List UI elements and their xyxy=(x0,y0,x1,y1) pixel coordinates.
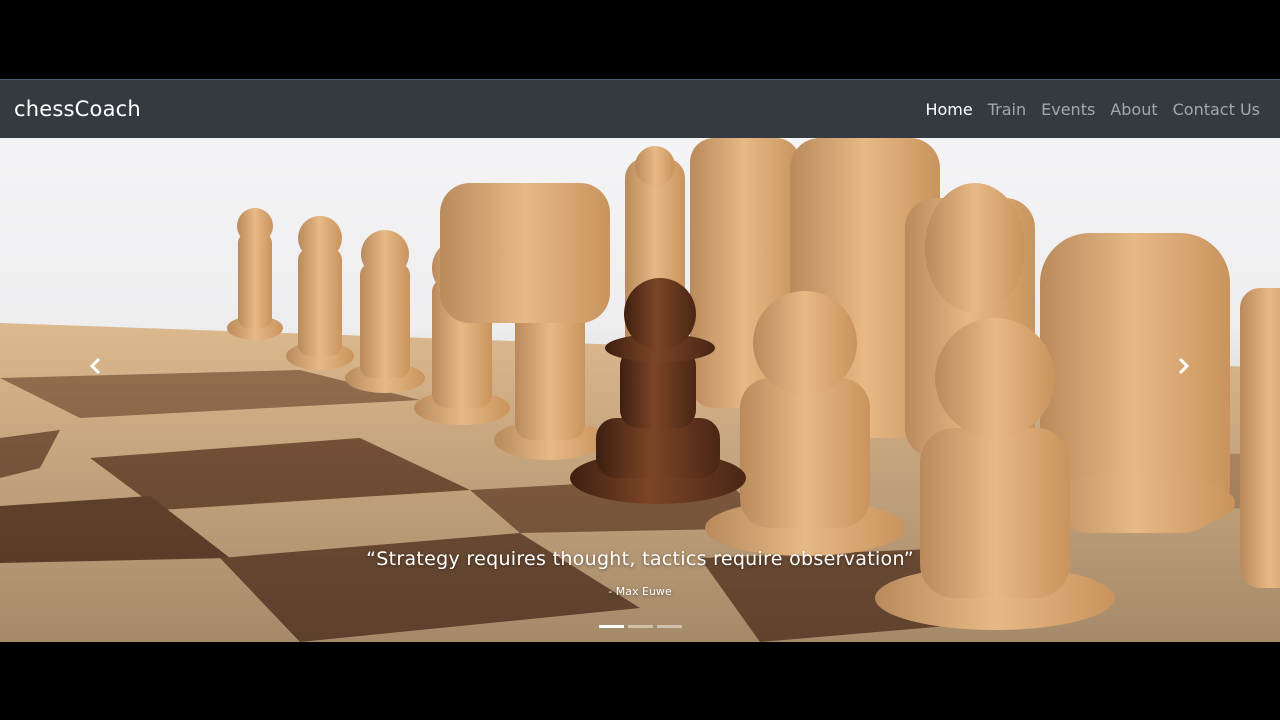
nav-links: Home Train Events About Contact Us xyxy=(925,100,1260,119)
nav-link-train[interactable]: Train xyxy=(988,100,1026,119)
carousel-prev-button[interactable] xyxy=(76,346,116,386)
hero-carousel: “Strategy requires thought, tactics requ… xyxy=(0,138,1280,642)
carousel-indicator-2[interactable] xyxy=(627,625,653,628)
carousel-next-button[interactable] xyxy=(1163,346,1203,386)
navbar: chessCoach Home Train Events About Conta… xyxy=(0,79,1280,138)
chevron-right-icon xyxy=(1178,357,1190,375)
carousel-quote: “Strategy requires thought, tactics requ… xyxy=(366,548,914,570)
nav-link-contact[interactable]: Contact Us xyxy=(1173,100,1260,119)
chevron-left-icon xyxy=(89,357,101,375)
carousel-author: - Max Euwe xyxy=(608,585,672,598)
nav-link-home[interactable]: Home xyxy=(925,100,972,119)
carousel-indicator-1[interactable] xyxy=(598,625,624,628)
nav-link-about[interactable]: About xyxy=(1110,100,1157,119)
carousel-indicator-3[interactable] xyxy=(656,625,682,628)
brand-logo[interactable]: chessCoach xyxy=(14,97,141,121)
nav-link-events[interactable]: Events xyxy=(1041,100,1095,119)
carousel-indicators xyxy=(0,625,1280,628)
